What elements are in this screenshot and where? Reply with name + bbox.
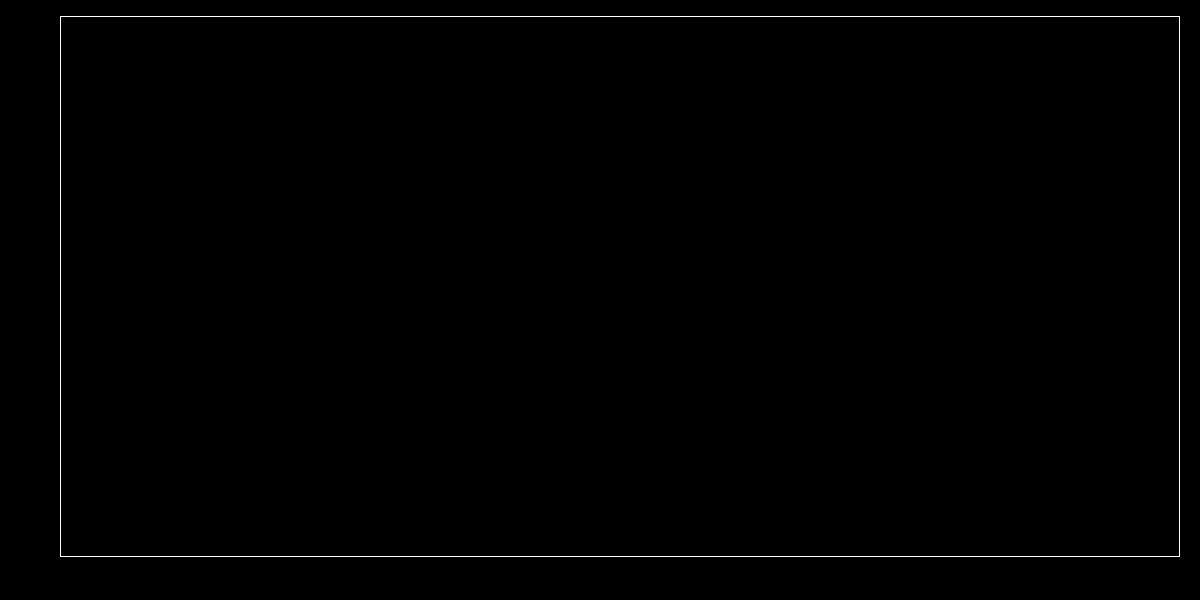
spectrum-plot xyxy=(0,0,1200,600)
plot-background xyxy=(0,0,1200,600)
spectrum-viewer xyxy=(0,0,1200,600)
